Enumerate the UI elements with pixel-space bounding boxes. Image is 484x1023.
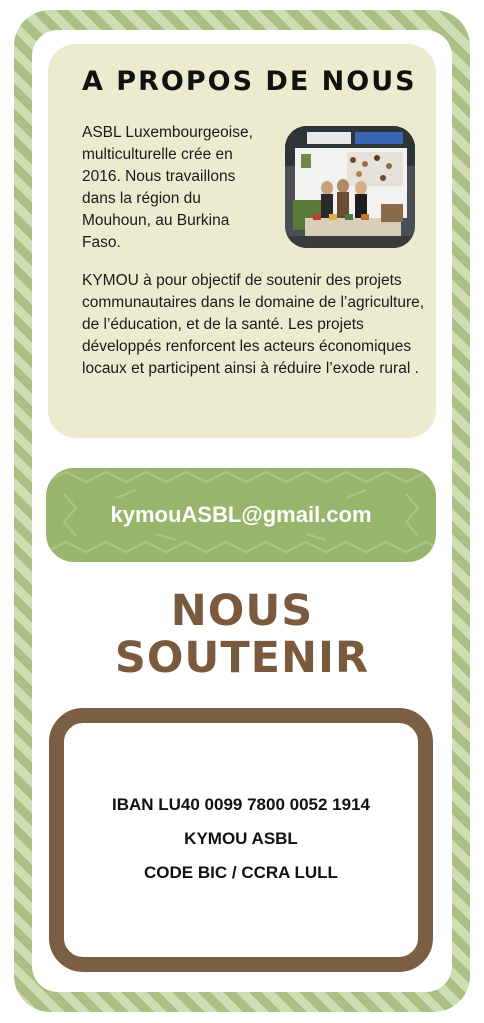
- bic-text: CODE BIC / CCRA LULL: [144, 863, 338, 882]
- contact-email[interactable]: kymouASBL@gmail.com: [46, 468, 436, 562]
- support-title-line2: SOUTENIR: [114, 633, 370, 683]
- bank-details-box: IBAN LU40 0099 7800 0052 1914 KYMOU ASBL…: [49, 708, 433, 972]
- about-intro-text: ASBL Luxembourgeoise, multiculturelle cr…: [82, 124, 253, 251]
- about-title: A PROPOS DE NOUS: [82, 66, 417, 97]
- email-banner[interactable]: kymouASBL@gmail.com: [46, 468, 436, 562]
- account-name-text: KYMOU ASBL: [184, 829, 298, 848]
- support-title-line1: NOUS: [170, 586, 314, 636]
- about-section: A PROPOS DE NOUS ASBL Luxembourgeoise, m…: [48, 44, 436, 438]
- exhibition-stand-photo: [285, 126, 415, 248]
- iban-text: IBAN LU40 0099 7800 0052 1914: [111, 795, 370, 814]
- support-title: NOUS SOUTENIR: [60, 588, 424, 682]
- about-description-text: KYMOU à pour objectif de soutenir des pr…: [82, 272, 425, 377]
